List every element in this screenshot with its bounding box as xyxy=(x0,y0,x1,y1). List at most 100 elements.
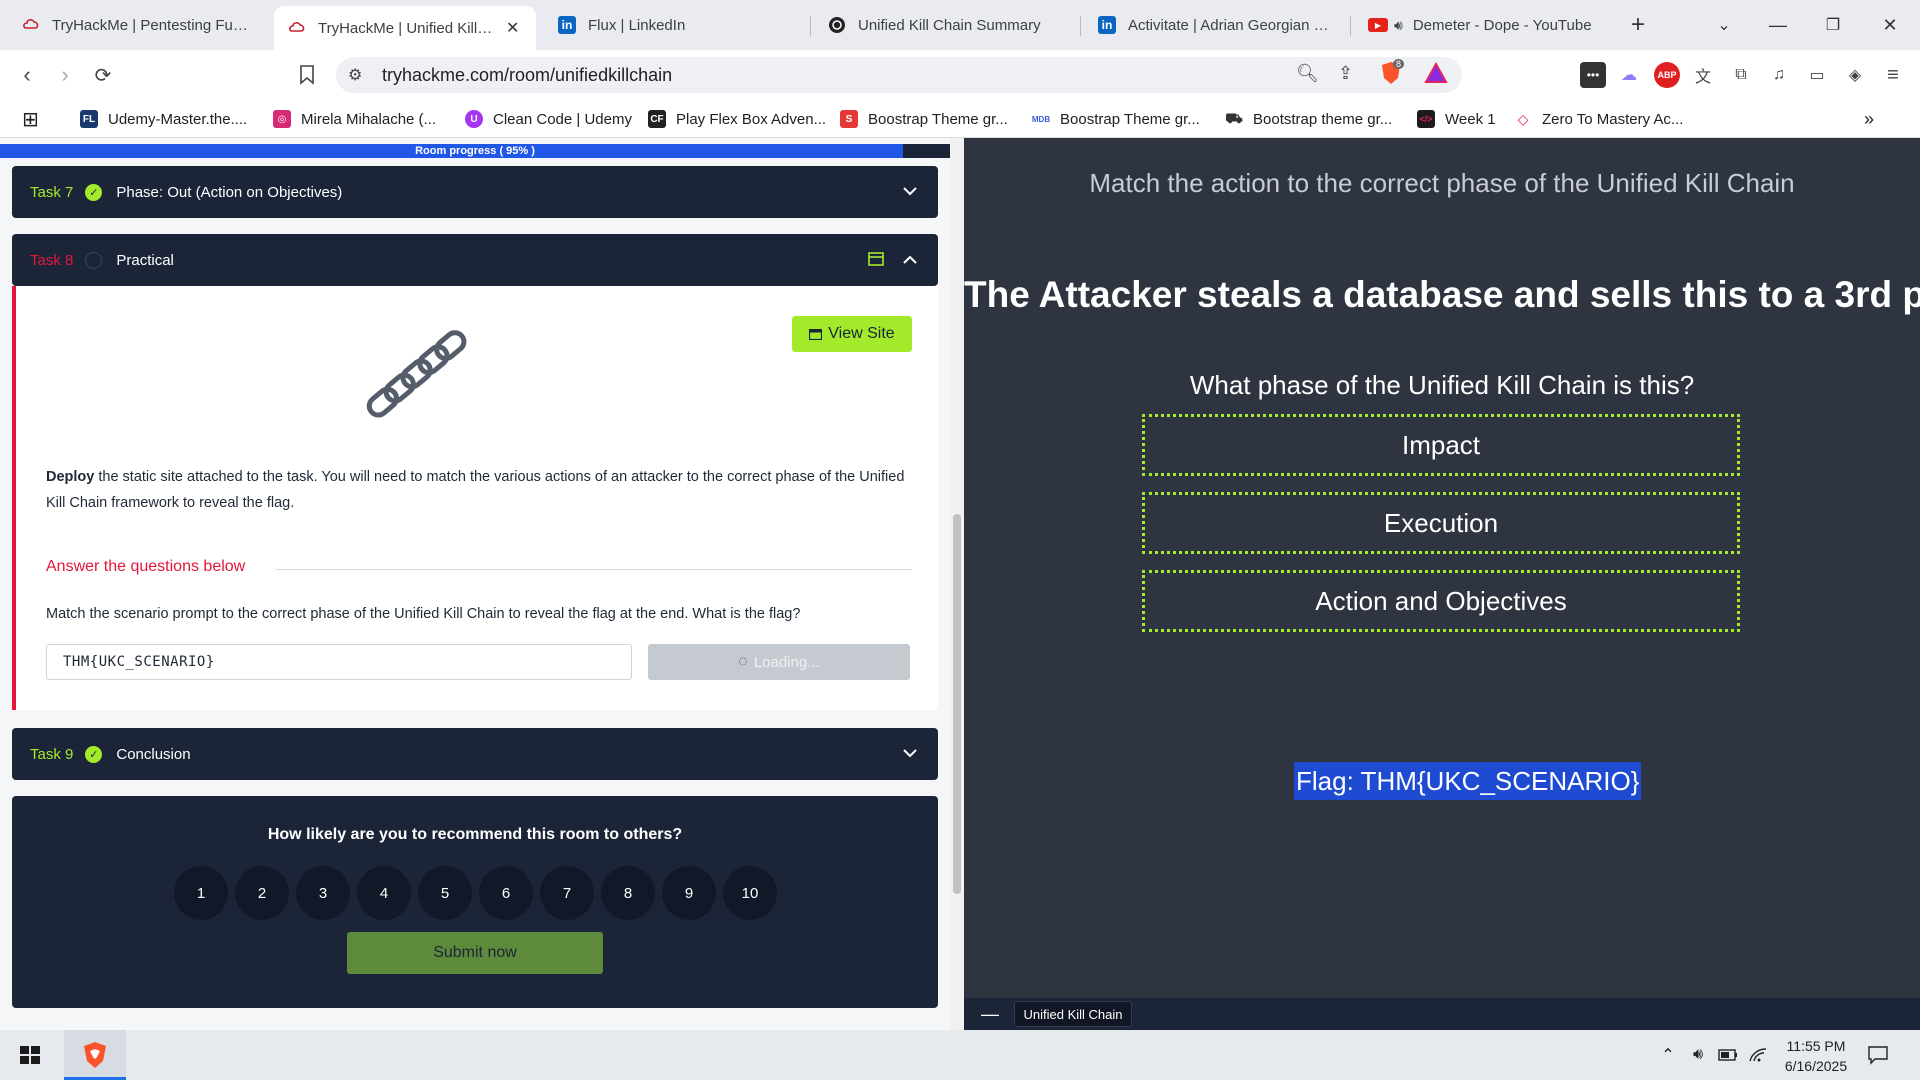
chatgpt-icon xyxy=(828,16,846,34)
menu-icon[interactable]: ≡ xyxy=(1880,62,1906,88)
bookmark-bootstrap-1[interactable]: S Boostrap Theme gr... xyxy=(840,108,1008,130)
brave-rewards-icon[interactable] xyxy=(1424,61,1448,89)
rating-option-5[interactable]: 5 xyxy=(418,866,472,920)
adblock-icon[interactable]: ABP xyxy=(1654,62,1680,88)
close-tab-icon[interactable]: ✕ xyxy=(506,18,519,38)
zoom-icon[interactable]: 🔍︎ xyxy=(1296,63,1319,84)
volume-icon[interactable]: 🔊︎ xyxy=(1686,1043,1710,1067)
chevron-down-icon[interactable] xyxy=(900,181,920,201)
address-toolbar: ‹ › ⟳ ⚙ tryhackme.com/room/unifiedkillch… xyxy=(0,50,1920,100)
battery-icon[interactable] xyxy=(1716,1043,1740,1067)
bookmark-instagram[interactable]: ◎ Mirela Mihalache (... xyxy=(273,108,436,130)
rating-option-4[interactable]: 4 xyxy=(357,866,411,920)
more-bookmarks-icon[interactable]: » xyxy=(1864,108,1874,130)
task-number: Task 8 xyxy=(30,251,74,269)
brave-taskbar-icon[interactable] xyxy=(64,1030,126,1080)
task-number: Task 7 xyxy=(30,183,74,201)
tab-pentesting-fundamentals[interactable]: TryHackMe | Pentesting Fundam xyxy=(8,6,270,44)
new-tab-button[interactable]: + xyxy=(1618,8,1658,42)
rating-option-1[interactable]: 1 xyxy=(174,866,228,920)
bookmark-udemy-master[interactable]: FL Udemy-Master.the.... xyxy=(80,108,247,130)
url-text[interactable]: tryhackme.com/room/unifiedkillchain xyxy=(382,65,672,86)
chain-icon xyxy=(354,314,482,434)
split-view-tab[interactable]: Unified Kill Chain xyxy=(1014,1001,1132,1027)
extensions-icon[interactable]: ⧉ xyxy=(1728,62,1754,88)
bookmark-flexbox[interactable]: CF Play Flex Box Adven... xyxy=(648,108,826,130)
tab-separator xyxy=(1080,16,1081,36)
bookmark-zero-to-mastery[interactable]: ◇ Zero To Mastery Ac... xyxy=(1514,108,1683,130)
rating-option-3[interactable]: 3 xyxy=(296,866,350,920)
back-button[interactable]: ‹ xyxy=(10,58,44,92)
tab-unified-kill-chain[interactable]: TryHackMe | Unified Kill Ch ✕ xyxy=(274,6,536,50)
theme-icon: ⛟ xyxy=(1225,110,1243,128)
translate-icon[interactable]: 文 xyxy=(1690,62,1716,88)
brave-shields-icon[interactable]: 8 xyxy=(1380,59,1405,85)
task-8-body: View Site Deploy the static site attache… xyxy=(12,286,938,710)
answer-input[interactable]: THM{UKC_SCENARIO} xyxy=(46,644,632,680)
rating-option-7[interactable]: 7 xyxy=(540,866,594,920)
forward-button[interactable]: › xyxy=(48,58,82,92)
task-7-header[interactable]: Task 7 ✓ Phase: Out (Action on Objective… xyxy=(12,166,938,218)
task-9-header[interactable]: Task 9 ✓ Conclusion xyxy=(12,728,938,780)
phase-question: What phase of the Unified Kill Chain is … xyxy=(1189,370,1695,400)
chevron-up-icon[interactable]: ⌃ xyxy=(1656,1043,1680,1067)
vpn-icon[interactable]: ◈ xyxy=(1842,62,1868,88)
bookmark-icon[interactable] xyxy=(290,58,324,92)
completed-check-icon: ✓ xyxy=(85,183,103,201)
bookmark-bootstrap-3[interactable]: ⛟ Bootstrap theme gr... xyxy=(1225,108,1392,130)
password-manager-icon[interactable]: ••• xyxy=(1580,62,1606,88)
scrollbar-thumb[interactable] xyxy=(953,514,961,894)
scrollbar[interactable] xyxy=(950,138,964,1030)
view-site-button[interactable]: View Site xyxy=(792,316,912,352)
flag-text: Flag: THM{UKC_SCENARIO} xyxy=(1294,762,1642,800)
rating-option-10[interactable]: 10 xyxy=(723,866,777,920)
share-icon[interactable]: ⇪ xyxy=(1338,63,1353,84)
submit-rating-button[interactable]: Submit now xyxy=(347,932,603,974)
reload-button[interactable]: ⟳ xyxy=(86,58,120,92)
tab-flux-linkedin[interactable]: in Flux | LinkedIn xyxy=(544,6,806,44)
wifi-icon[interactable] xyxy=(1746,1043,1770,1067)
rating-option-8[interactable]: 8 xyxy=(601,866,655,920)
system-clock[interactable]: 11:55 PM 6/16/2025 xyxy=(1770,1036,1862,1076)
submit-answer-button[interactable]: ◌ Loading... xyxy=(648,644,910,680)
completed-check-icon: ✓ xyxy=(85,745,103,763)
speaker-icon[interactable]: 🔊︎ xyxy=(1394,17,1403,34)
bookmark-clean-code[interactable]: U Clean Code | Udemy xyxy=(465,108,632,130)
tab-search-chevron-icon[interactable]: ⌄ xyxy=(1704,8,1744,42)
wallet-icon[interactable]: ▭ xyxy=(1804,62,1830,88)
code-icon: </> xyxy=(1417,110,1435,128)
rating-question: How likely are you to recommend this roo… xyxy=(267,826,683,843)
close-window-button[interactable]: ✕ xyxy=(1870,8,1910,42)
chevron-down-icon[interactable] xyxy=(900,743,920,763)
site-settings-icon[interactable]: ⚙ xyxy=(348,65,362,85)
rating-option-9[interactable]: 9 xyxy=(662,866,716,920)
tryhackme-icon xyxy=(288,19,306,37)
url-bar[interactable]: ⚙ tryhackme.com/room/unifiedkillchain 🔍︎… xyxy=(336,57,1462,93)
phase-option-impact[interactable]: Impact xyxy=(1142,414,1740,476)
room-content: Room progress ( 95% ) Task 7 ✓ Phase: Ou… xyxy=(0,138,964,1030)
phase-option-action-objectives[interactable]: Action and Objectives xyxy=(1142,570,1740,632)
windows-start-icon[interactable] xyxy=(10,1040,50,1070)
rating-option-2[interactable]: 2 xyxy=(235,866,289,920)
rating-option-6[interactable]: 6 xyxy=(479,866,533,920)
task-8-header[interactable]: Task 8 Practical xyxy=(12,234,938,286)
restore-button[interactable]: ❐ xyxy=(1813,8,1853,42)
static-site-icon[interactable] xyxy=(868,252,884,271)
leo-ai-icon[interactable]: ☁ xyxy=(1616,62,1642,88)
tab-youtube[interactable]: ▶ 🔊︎ Demeter - Dope - YouTube xyxy=(1354,6,1616,44)
spinner-icon: ◌ xyxy=(738,653,748,670)
bookmark-week1[interactable]: </> Week 1 xyxy=(1417,108,1496,130)
chevron-up-icon[interactable] xyxy=(900,249,920,269)
tab-activitate-linkedin[interactable]: in Activitate | Adrian Georgian Lar xyxy=(1084,6,1346,44)
minimize-button[interactable]: — xyxy=(1758,8,1798,42)
notifications-icon[interactable] xyxy=(1866,1043,1890,1067)
apps-grid-icon[interactable]: ⊞ xyxy=(22,108,39,131)
phase-option-execution[interactable]: Execution xyxy=(1142,492,1740,554)
bookmarks-bar: ⊞ FL Udemy-Master.the.... ◎ Mirela Mihalac… xyxy=(0,100,1920,138)
minimize-split-icon[interactable]: — xyxy=(976,998,1004,1030)
tab-ukc-summary[interactable]: Unified Kill Chain Summary xyxy=(814,6,1076,44)
tab-separator xyxy=(810,16,811,36)
bookmark-bootstrap-2[interactable]: MDB Boostrap Theme gr... xyxy=(1032,108,1200,130)
question-text: Match the scenario prompt to the correct… xyxy=(46,606,801,622)
media-icon[interactable]: ♫ xyxy=(1766,62,1792,88)
